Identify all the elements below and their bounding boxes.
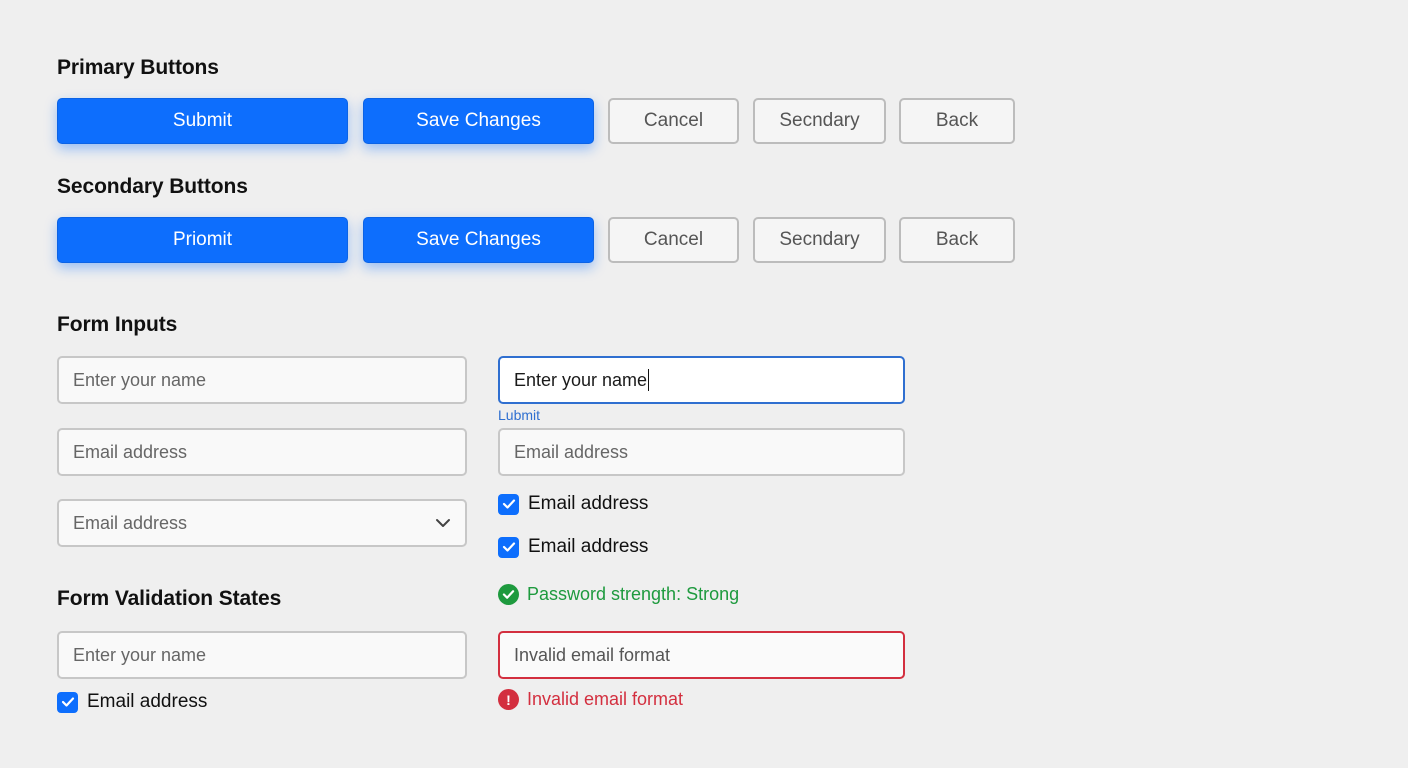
check-icon [61, 697, 74, 707]
email-select-value: Email address [73, 512, 188, 533]
focused-input-helper-text: Lubmit [498, 407, 541, 423]
success-message: Password strength: Strong [498, 584, 739, 605]
name-input-validation-placeholder: Enter your name [73, 644, 207, 665]
name-input-focused-value: Enter your name [514, 369, 648, 390]
check-icon [502, 499, 515, 509]
error-message: ! Invalid email format [498, 689, 683, 710]
section-title-secondary-buttons: Secondary Buttons [57, 175, 248, 198]
name-input-placeholder: Enter your name [73, 369, 207, 390]
checkbox-row-validation[interactable]: Email address [57, 691, 207, 713]
cancel-button[interactable]: Cancel [608, 98, 739, 144]
email-select[interactable]: Email address [57, 499, 467, 547]
submit-button-secondary-row[interactable]: Priomit [57, 217, 348, 263]
checkbox-label: Email address [528, 493, 649, 514]
name-input[interactable]: Enter your name [57, 356, 467, 404]
submit-button[interactable]: Submit [57, 98, 348, 144]
name-input-focused[interactable]: Enter your name [498, 356, 905, 404]
back-button[interactable]: Back [899, 98, 1015, 144]
email-input[interactable]: Email address [57, 428, 467, 476]
success-message-text: Password strength: Strong [527, 584, 740, 604]
checkbox-label: Email address [528, 536, 649, 557]
email-input-2-placeholder: Email address [514, 441, 629, 462]
text-caret [648, 369, 650, 391]
check-circle-icon [498, 584, 519, 605]
email-input-error[interactable]: Invalid email format [498, 631, 905, 679]
exclamation-circle-icon: ! [498, 689, 519, 710]
checkbox-row-2[interactable]: Email address [498, 536, 648, 558]
checkbox-checked[interactable] [498, 493, 519, 515]
checkbox-row-1[interactable]: Email address [498, 493, 648, 515]
cancel-button-secondary-row[interactable]: Cancel [608, 217, 739, 263]
checkbox-label: Email address [87, 691, 208, 712]
save-changes-button[interactable]: Save Changes [363, 98, 594, 144]
chevron-down-icon [435, 515, 451, 531]
secondary-button[interactable]: Secndary [753, 98, 886, 144]
name-input-validation[interactable]: Enter your name [57, 631, 467, 679]
check-icon [502, 542, 515, 552]
secondary-button-secondary-row[interactable]: Secndary [753, 217, 886, 263]
email-input-error-value: Invalid email format [514, 644, 671, 665]
checkbox-checked[interactable] [57, 691, 78, 713]
checkbox-checked[interactable] [498, 536, 519, 558]
email-input-2[interactable]: Email address [498, 428, 905, 476]
section-title-form-inputs: Form Inputs [57, 313, 178, 336]
back-button-secondary-row[interactable]: Back [899, 217, 1015, 263]
error-message-text: Invalid email format [527, 689, 684, 709]
email-input-placeholder: Email address [73, 441, 188, 462]
section-title-validation-states: Form Validation States [57, 587, 282, 610]
section-title-primary-buttons: Primary Buttons [57, 56, 219, 79]
save-changes-button-secondary-row[interactable]: Save Changes [363, 217, 594, 263]
